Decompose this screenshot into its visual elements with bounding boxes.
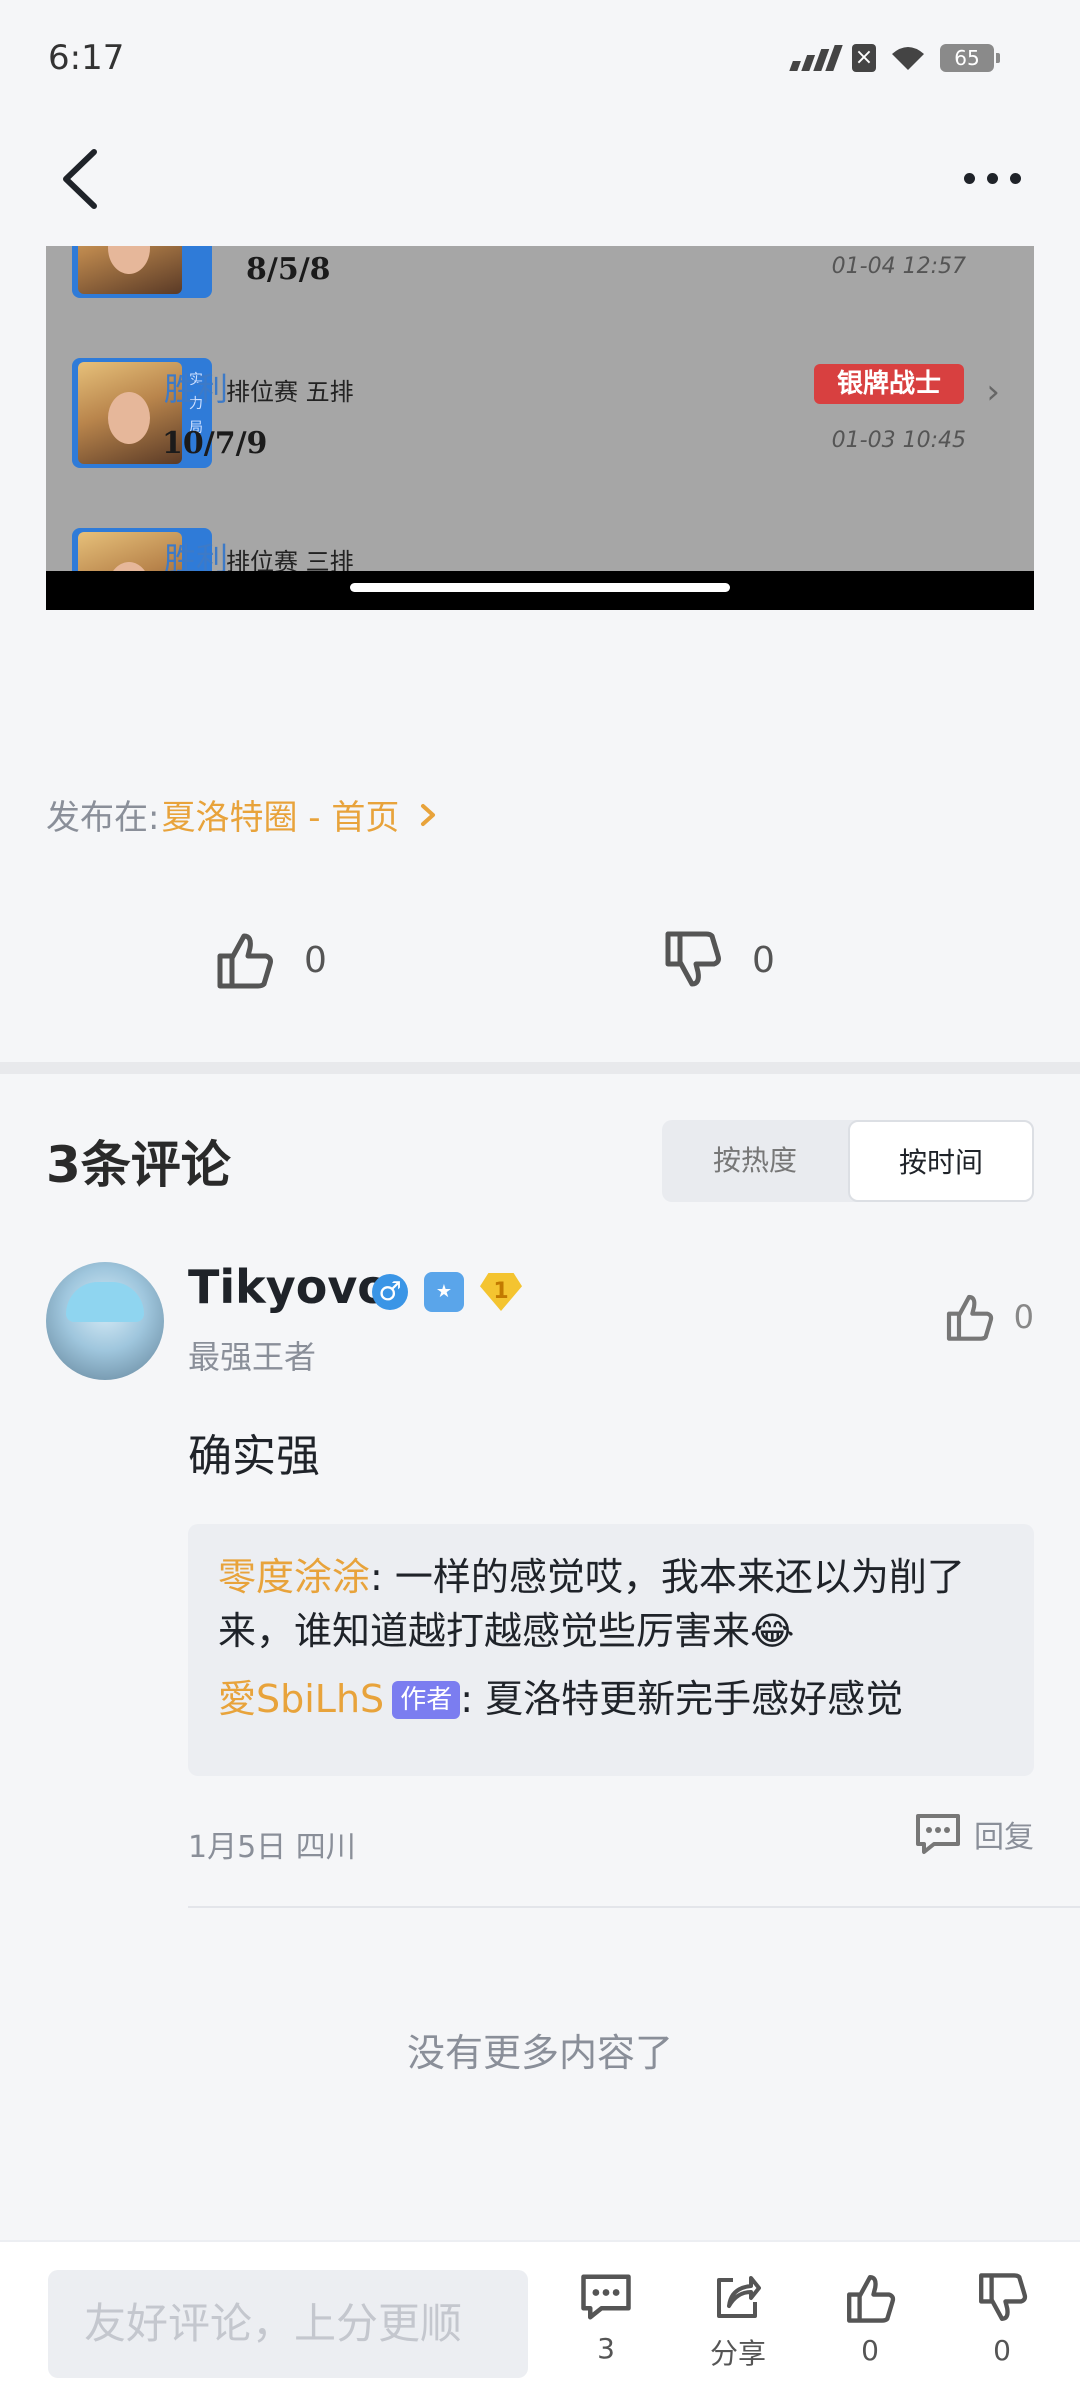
comment-icon — [916, 1814, 960, 1854]
wifi-icon — [892, 47, 924, 70]
match-kda: 10/7/9 — [162, 426, 268, 461]
battery-icon: 65 — [940, 44, 1000, 72]
status-icons: × 65 — [789, 44, 1000, 72]
reply-label: 回复 — [974, 1820, 1034, 1855]
user-badges: ♂ ★ 1 — [372, 1272, 522, 1312]
published-in[interactable]: 发布在: 夏洛特圈 - 首页 — [46, 790, 441, 839]
comments-button[interactable]: 3 — [556, 2272, 656, 2365]
match-row: 实力局 胜利 排位赛 五排 10/7/9 银牌战士 01-03 10:45 › — [46, 358, 1034, 478]
status-time: 6:17 — [48, 38, 125, 78]
comment-count: 3 — [597, 2332, 615, 2365]
comment-divider — [188, 1906, 1080, 1908]
comment-meta: 1月5日 四川 — [188, 1830, 356, 1865]
more-dot — [963, 172, 975, 184]
match-mode: 排位赛 五排 — [226, 378, 354, 406]
comment-like-count: 0 — [1013, 1298, 1034, 1336]
signal-icon — [789, 45, 843, 71]
reply-username[interactable]: 愛SbiLhS — [218, 1677, 384, 1721]
post-image[interactable]: 8/5/8 01-04 12:57 › 实力局 胜利 排位赛 五排 10/7/9… — [46, 246, 1034, 610]
no-sim-icon: × — [852, 44, 876, 72]
comment-username[interactable]: Tikyovo — [188, 1260, 389, 1314]
post-like-count: 0 — [304, 939, 327, 981]
avatar[interactable] — [46, 1262, 164, 1380]
chevron-right-icon: › — [986, 372, 1000, 412]
more-dot — [1009, 172, 1021, 184]
comments-title: 3条评论 — [46, 1136, 231, 1194]
match-result: 胜利 — [164, 370, 229, 408]
reply-button[interactable]: 回复 — [914, 1812, 1034, 1856]
circle-link[interactable]: 夏洛特圈 - 首页 — [161, 790, 399, 839]
no-more-content: 没有更多内容了 — [406, 2031, 673, 2075]
reply-separator: : — [370, 1555, 383, 1599]
match-time: 01-04 12:57 — [831, 254, 966, 279]
comment-text: 确实强 — [188, 1431, 320, 1482]
reply-item: 零度涂涂: 一样的感觉哎，我本来还以为削了来，谁知道越打越感觉些厉害来😂 — [218, 1550, 1004, 1658]
match-row: 8/5/8 01-04 12:57 › — [46, 246, 1034, 308]
nav-bar — [0, 120, 1080, 240]
section-divider — [0, 1062, 1080, 1074]
level-badge-icon: ★ — [424, 1272, 464, 1312]
reply-username[interactable]: 零度涂涂 — [218, 1555, 370, 1599]
like-count: 0 — [861, 2334, 879, 2367]
sort-by-time[interactable]: 按时间 — [848, 1120, 1034, 1202]
image-bottom-bar — [46, 571, 1034, 610]
published-prefix: 发布在: — [46, 798, 160, 838]
more-dot — [986, 172, 998, 184]
dislike-count: 0 — [993, 2334, 1011, 2367]
thumbs-down-icon — [979, 2273, 1028, 2321]
reply-thread[interactable]: 零度涂涂: 一样的感觉哎，我本来还以为削了来，谁知道越打越感觉些厉害来😂 愛Sb… — [188, 1524, 1034, 1776]
home-indicator — [350, 583, 730, 592]
reply-text: 夏洛特更新完手感好感觉 — [485, 1677, 904, 1721]
rank-badge: 银牌战士 — [814, 364, 964, 404]
reply-item: 愛SbiLhS 作者: 夏洛特更新完手感好感觉 — [218, 1672, 1004, 1726]
post-dislike-button[interactable]: 0 — [662, 930, 775, 990]
comment-icon — [581, 2274, 631, 2320]
hero-avatar — [72, 246, 212, 298]
back-button[interactable] — [52, 144, 112, 214]
match-kda: 8/5/8 — [246, 252, 331, 287]
share-icon — [717, 2276, 761, 2318]
more-options-button[interactable] — [952, 160, 1032, 196]
thumbs-up-icon — [946, 1294, 993, 1341]
status-bar: 6:17 × 65 — [0, 0, 1080, 120]
post-like-button[interactable]: 0 — [214, 930, 327, 990]
bottom-action-bar: 友好评论，上分更顺 3 分享 0 0 — [0, 2240, 1080, 2400]
post-vote-row: 0 0 — [0, 930, 1080, 1020]
thumbs-up-icon — [847, 2275, 896, 2323]
share-button[interactable]: 分享 — [688, 2272, 788, 2372]
comment-user-rank: 最强王者 — [188, 1338, 317, 1376]
comment-like-button[interactable]: 0 — [944, 1292, 1034, 1342]
dislike-button[interactable]: 0 — [952, 2272, 1052, 2367]
post-dislike-count: 0 — [752, 939, 775, 981]
thumbs-up-icon — [217, 933, 273, 989]
sort-by-hot[interactable]: 按热度 — [662, 1120, 848, 1202]
like-button[interactable]: 0 — [820, 2272, 920, 2367]
author-tag: 作者 — [392, 1681, 461, 1719]
sort-toggle: 按热度 按时间 — [662, 1120, 1034, 1202]
vip-badge-icon: 1 — [480, 1273, 522, 1311]
reply-separator: : — [460, 1677, 474, 1721]
back-arrow-icon — [63, 149, 97, 209]
chevron-right-icon — [421, 803, 436, 826]
thumbs-down-icon — [665, 931, 721, 987]
comment-input[interactable]: 友好评论，上分更顺 — [48, 2270, 528, 2378]
match-time: 01-03 10:45 — [831, 428, 966, 453]
share-label: 分享 — [709, 2337, 766, 2370]
male-icon: ♂ — [372, 1274, 408, 1310]
